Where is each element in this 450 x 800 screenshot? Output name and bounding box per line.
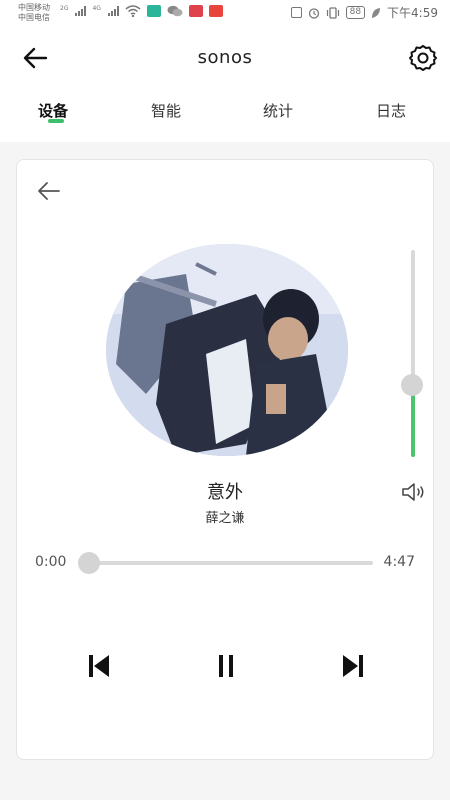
progress-slider-track[interactable]	[87, 561, 373, 565]
progress-slider-thumb[interactable]	[78, 552, 100, 574]
map-app-icon	[208, 5, 223, 17]
alarm-icon	[308, 7, 319, 19]
carrier-labels: 中国移动 中国电信	[18, 3, 50, 23]
card-back-arrow-icon[interactable]	[37, 180, 61, 202]
gear-icon[interactable]	[408, 43, 438, 73]
wifi-icon	[125, 5, 141, 17]
signal-icon-2	[107, 6, 119, 16]
carrier-1: 中国移动	[18, 3, 50, 12]
nfc-icon	[290, 7, 302, 18]
vibrate-icon	[326, 6, 339, 19]
app-header: sonos	[0, 26, 450, 90]
tab-logs[interactable]: 日志	[376, 100, 406, 121]
previous-track-icon[interactable]	[85, 652, 113, 680]
status-bar: 中国移动 中国电信 2G 4G 88 下午4:59	[0, 0, 450, 26]
network-type-1: 2G	[60, 5, 69, 12]
battery-indicator: 88	[345, 6, 366, 19]
leaf-icon	[372, 7, 381, 18]
tab-stats[interactable]: 统计	[263, 100, 293, 121]
artist-name: 薛之谦	[205, 511, 245, 526]
page-title: sonos	[197, 47, 253, 68]
signal-icon	[75, 6, 87, 16]
network-type-2: 4G	[92, 5, 101, 12]
status-right-icons: 88 下午4:59	[290, 4, 438, 21]
tab-devices[interactable]: 设备	[38, 100, 68, 121]
status-left-icons: 2G 4G	[60, 5, 223, 17]
tab-bar: 设备 智能 统计 日志	[0, 90, 450, 142]
tab-smart[interactable]: 智能	[151, 100, 181, 121]
app-notification-icon	[146, 5, 161, 17]
volume-slider-thumb[interactable]	[401, 373, 423, 396]
wechat-icon	[167, 5, 183, 17]
current-time: 0:00	[35, 554, 67, 570]
album-art	[106, 244, 348, 456]
total-time: 4:47	[383, 554, 415, 570]
active-tab-indicator	[48, 119, 64, 123]
mail-app-icon	[188, 5, 203, 17]
volume-slider-track[interactable]	[411, 250, 415, 457]
carrier-2: 中国电信	[18, 13, 50, 22]
next-track-icon[interactable]	[339, 652, 367, 680]
speaker-icon[interactable]	[401, 482, 427, 502]
status-time: 下午4:59	[387, 6, 438, 20]
song-title: 意外	[207, 482, 243, 503]
pause-icon[interactable]	[212, 652, 240, 680]
player-card: 意外 薛之谦 0:00 4:47	[16, 159, 434, 760]
